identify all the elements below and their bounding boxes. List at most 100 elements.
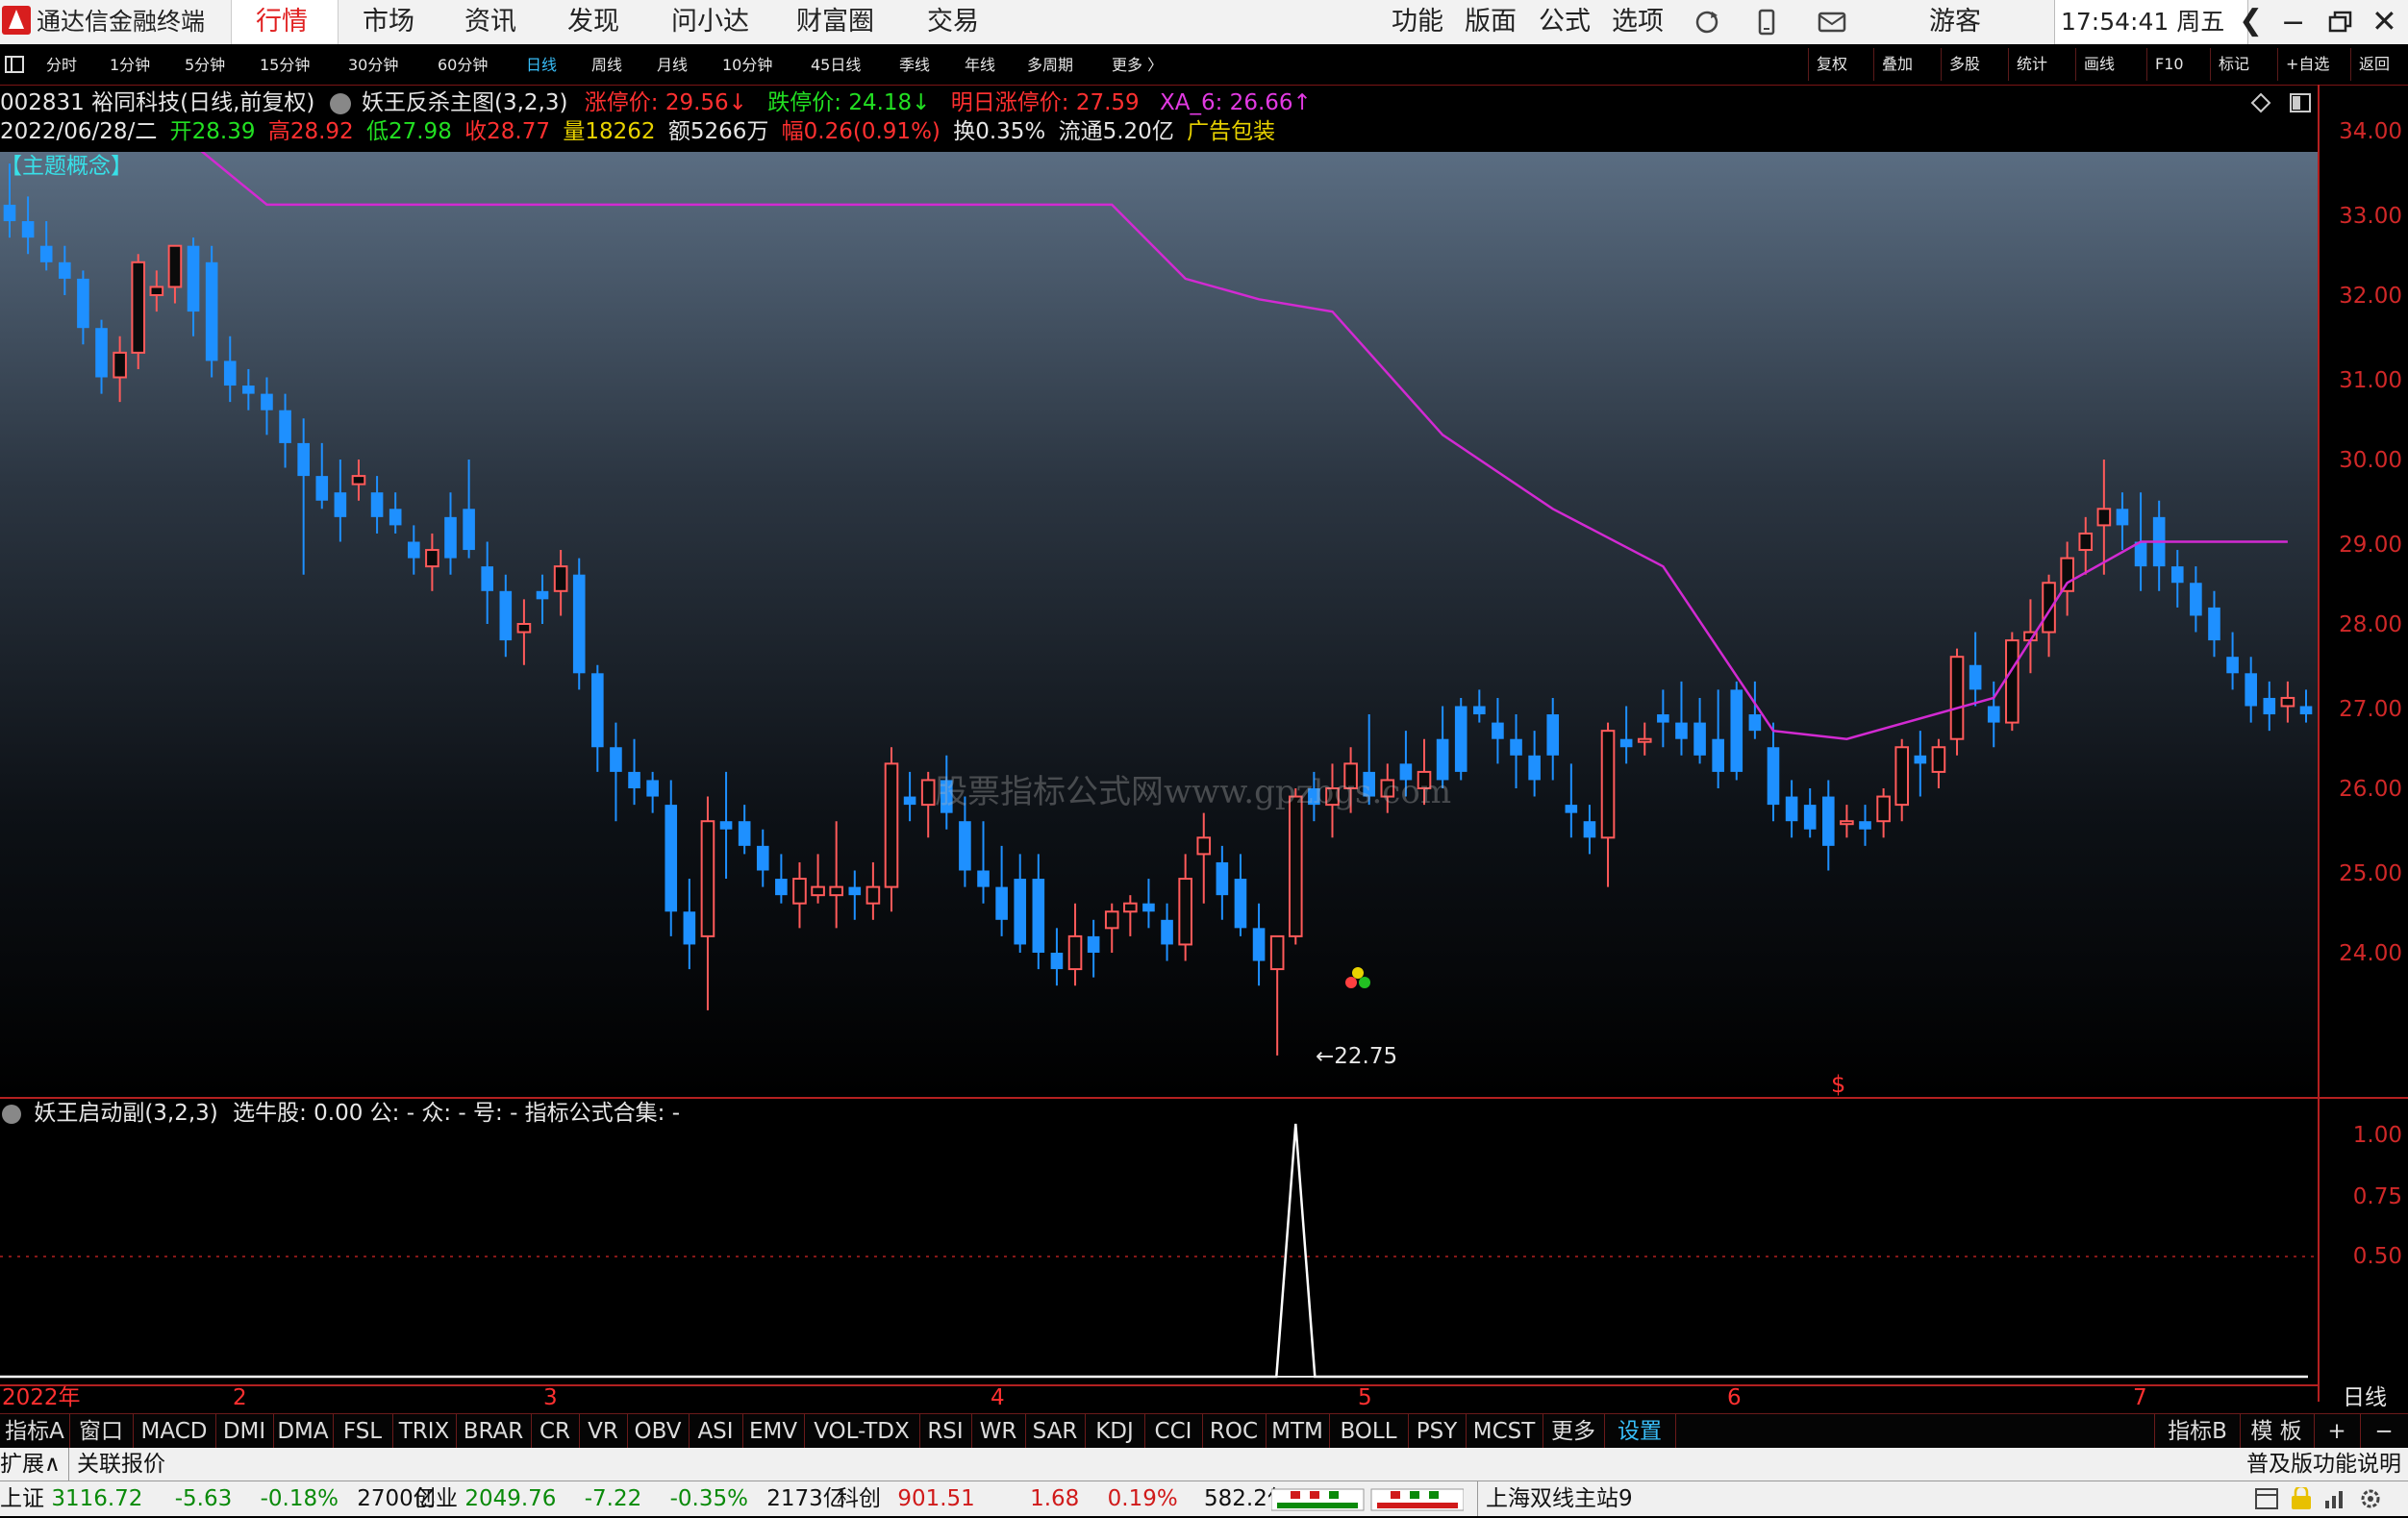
candle-body: [2208, 607, 2220, 641]
tab-asi[interactable]: ASI: [689, 1414, 743, 1449]
y-tick-30: 30.00: [2339, 448, 2402, 473]
period-monthly[interactable]: 月线: [657, 50, 688, 81]
period-30min[interactable]: 30分钟: [348, 50, 398, 81]
sidebar-toggle-icon[interactable]: [4, 54, 25, 79]
period-1min[interactable]: 1分钟: [110, 50, 150, 81]
back-arrow-icon[interactable]: ❮: [2239, 4, 2263, 38]
menu-item-caifuquan[interactable]: 财富圈: [796, 5, 874, 39]
linked-quote-button[interactable]: 关联报价: [77, 1448, 165, 1481]
index-cy[interactable]: 创业 2049.76 -7.22 -0.35% 2173亿: [414, 1481, 845, 1516]
menu-item-faxian[interactable]: 发现: [567, 5, 619, 39]
tab-emv[interactable]: EMV: [742, 1414, 805, 1449]
tab-remove[interactable]: −: [2360, 1414, 2408, 1449]
period-quarterly[interactable]: 季线: [899, 50, 930, 81]
panel-toggle-icon[interactable]: [2289, 92, 2312, 117]
refresh-icon[interactable]: [1693, 8, 1721, 43]
period-45day[interactable]: 45日线: [811, 50, 861, 81]
period-10min[interactable]: 10分钟: [722, 50, 772, 81]
index-kc[interactable]: 科创 901.51 1.68 0.19% 582.2亿: [837, 1481, 1290, 1516]
signal-icon[interactable]: [2323, 1487, 2348, 1516]
period-5min[interactable]: 5分钟: [185, 50, 225, 81]
tab-sar[interactable]: SAR: [1025, 1414, 1086, 1449]
watermark: 股票指标公式网www.gpzbgs.com: [935, 773, 1452, 811]
tool-tongji[interactable]: 统计: [2008, 48, 2047, 81]
tab-mtm[interactable]: MTM: [1266, 1414, 1330, 1449]
calc-icon[interactable]: [2254, 1487, 2279, 1516]
tab-fsl[interactable]: FSL: [333, 1414, 393, 1449]
sub-indicator-chart[interactable]: [0, 1099, 2318, 1384]
tab-cci[interactable]: CCI: [1144, 1414, 1203, 1449]
tab-vr[interactable]: VR: [579, 1414, 628, 1449]
tab-trix[interactable]: TRIX: [392, 1414, 457, 1449]
message-icon[interactable]: [1816, 8, 1848, 43]
menu-item-hangqing[interactable]: 行情: [256, 5, 308, 39]
phone-icon[interactable]: [1752, 8, 1781, 43]
tool-diejia[interactable]: 叠加: [1873, 48, 1913, 81]
period-15min[interactable]: 15分钟: [260, 50, 310, 81]
user-label[interactable]: 游客: [1929, 5, 1981, 39]
menu-item-xuanxiang[interactable]: 选项: [1612, 5, 1664, 39]
lock-icon[interactable]: [2289, 1484, 2314, 1516]
tab-brar[interactable]: BRAR: [456, 1414, 532, 1449]
tool-duogu[interactable]: 多股: [1941, 48, 1980, 81]
menu-item-wenxiaoda[interactable]: 问小达: [671, 5, 749, 39]
menu-item-gongshi[interactable]: 公式: [1539, 5, 1591, 39]
close-icon[interactable]: ✕: [2371, 4, 2397, 38]
candlestick-chart[interactable]: [0, 152, 2318, 1099]
tab-window[interactable]: 窗口: [69, 1414, 134, 1449]
formula-name[interactable]: 妖王反杀主图(3,2,3): [362, 90, 567, 115]
tool-add-watchlist[interactable]: +自选: [2277, 48, 2329, 81]
period-daily[interactable]: 日线: [526, 50, 557, 81]
industry-label[interactable]: 广告包装: [1187, 119, 1275, 144]
diamond-icon[interactable]: [2250, 92, 2271, 117]
menu-item-jiaoyi[interactable]: 交易: [927, 5, 979, 39]
tool-fuquan[interactable]: 复权: [1808, 48, 1847, 81]
tab-cr[interactable]: CR: [531, 1414, 580, 1449]
tool-back[interactable]: 返回: [2350, 48, 2390, 81]
formula-dropdown-icon[interactable]: [329, 92, 351, 114]
tab-indicator-a[interactable]: 指标A: [0, 1414, 70, 1449]
period-multi[interactable]: 多周期: [1027, 50, 1073, 81]
tool-f10[interactable]: F10: [2146, 48, 2184, 81]
menu-item-shichang[interactable]: 市场: [363, 5, 414, 39]
tab-dmi[interactable]: DMI: [215, 1414, 274, 1449]
y-tick-29: 29.00: [2339, 533, 2402, 558]
menu-item-banmian[interactable]: 版面: [1465, 5, 1517, 39]
concept-tag[interactable]: 【主题概念】: [0, 152, 133, 181]
tab-obv[interactable]: OBV: [627, 1414, 690, 1449]
tab-roc[interactable]: ROC: [1202, 1414, 1267, 1449]
restore-icon[interactable]: [2327, 10, 2354, 41]
candle-body: [1454, 706, 1467, 772]
minimize-icon[interactable]: −: [2281, 6, 2305, 40]
period-yearly[interactable]: 年线: [965, 50, 995, 81]
limit-down-price: 跌停价: 24.18↓: [767, 90, 931, 115]
tab-psy[interactable]: PSY: [1408, 1414, 1467, 1449]
tab-boll[interactable]: BOLL: [1329, 1414, 1409, 1449]
period-more[interactable]: 更多 〉: [1112, 50, 1163, 81]
tab-dma[interactable]: DMA: [273, 1414, 334, 1449]
tab-vol-tdx[interactable]: VOL-TDX: [804, 1414, 920, 1449]
tab-mcst[interactable]: MCST: [1466, 1414, 1543, 1449]
period-60min[interactable]: 60分钟: [438, 50, 488, 81]
index-sh[interactable]: 上证 3116.72 -5.63 -0.18% 2700亿: [0, 1481, 436, 1516]
tab-template[interactable]: 模 板: [2239, 1414, 2315, 1449]
tab-settings[interactable]: 设置: [1604, 1414, 1676, 1449]
tab-more[interactable]: 更多: [1543, 1414, 1605, 1449]
menu-item-gongneng[interactable]: 功能: [1392, 5, 1443, 39]
settings-gear-icon[interactable]: [2358, 1487, 2383, 1516]
period-fenshi[interactable]: 分时: [46, 50, 77, 81]
tab-rsi[interactable]: RSI: [919, 1414, 972, 1449]
menu-item-zixun[interactable]: 资讯: [464, 5, 516, 39]
expand-button[interactable]: 扩展∧: [0, 1448, 69, 1481]
period-weekly[interactable]: 周线: [591, 50, 622, 81]
tab-wr[interactable]: WR: [971, 1414, 1026, 1449]
tab-macd[interactable]: MACD: [133, 1414, 216, 1449]
tab-kdj[interactable]: KDJ: [1085, 1414, 1145, 1449]
tab-indicator-b[interactable]: 指标B: [2154, 1414, 2241, 1449]
server-name[interactable]: 上海双线主站9: [1477, 1481, 1633, 1516]
feature-notice-link[interactable]: 普及版功能说明: [2246, 1448, 2401, 1481]
tool-huaxian[interactable]: 画线: [2075, 48, 2115, 81]
tab-add[interactable]: +: [2314, 1414, 2361, 1449]
candle-body: [1876, 795, 1891, 823]
tool-biaoji[interactable]: 标记: [2210, 48, 2249, 81]
